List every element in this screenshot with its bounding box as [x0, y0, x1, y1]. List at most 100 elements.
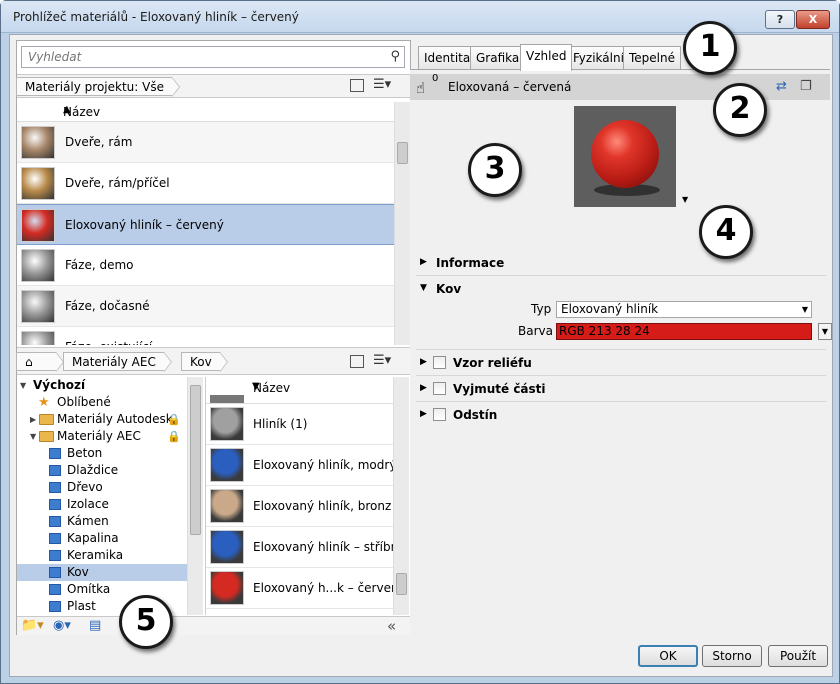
tree-item[interactable]: Kov — [17, 564, 187, 581]
tree-item[interactable]: Kapalina — [17, 530, 187, 547]
library-crumb[interactable]: Materiály AEC — [63, 352, 172, 372]
collapse-library-icon[interactable]: « — [387, 617, 396, 635]
tree-item-label: Keramika — [67, 548, 124, 562]
project-material-row[interactable]: Fáze, existující — [17, 327, 395, 345]
project-list-header[interactable]: Název ▲ — [17, 102, 395, 122]
material-category-icon — [49, 601, 61, 612]
close-button[interactable]: X — [796, 10, 830, 29]
library-material-row[interactable]: Eloxovaný h...k – červený — [206, 568, 393, 609]
tree-item[interactable]: Dřevo — [17, 479, 187, 496]
barva-options-button[interactable]: ▼ — [818, 323, 832, 340]
project-material-row[interactable]: Dveře, rám — [17, 122, 395, 163]
collapse-arrow-icon[interactable]: ▼ — [30, 428, 36, 445]
tree-item[interactable]: Omítka — [17, 581, 187, 598]
section-odstin[interactable]: ▶ Odstín — [416, 402, 826, 428]
replace-asset-icon[interactable]: ⇄ — [776, 79, 790, 94]
project-material-row[interactable]: Dveře, rám/příčel — [17, 163, 395, 204]
barva-color-swatch[interactable]: RGB 213 28 24 — [556, 323, 812, 340]
tree-item[interactable]: Izolace — [17, 496, 187, 513]
expand-arrow-icon[interactable]: ▶ — [30, 411, 36, 428]
section-informace[interactable]: ▶ Informace — [416, 250, 826, 276]
material-thumbnail — [210, 489, 244, 523]
home-icon: ⌂ — [25, 355, 33, 369]
tab-tepelne[interactable]: Tepelné — [623, 46, 681, 70]
section-vyjmute-casti[interactable]: ▶ Vyjmuté části — [416, 376, 826, 402]
tab-grafika[interactable]: Grafika — [470, 46, 526, 70]
search-input[interactable] — [22, 47, 372, 67]
library-material-row[interactable]: Eloxovaný hliník, modrý — [206, 445, 393, 486]
asset-use-count: 0 — [432, 73, 439, 84]
tree-item[interactable]: Keramika — [17, 547, 187, 564]
preview-options-icon[interactable]: ▼ — [682, 195, 688, 204]
tab-fyzikalni[interactable]: Fyzikální — [567, 46, 630, 70]
odstin-checkbox[interactable] — [433, 408, 446, 421]
expand-arrow-icon[interactable]: ▶ — [420, 383, 427, 393]
material-category-icon — [49, 499, 61, 510]
tree-item[interactable]: Dlaždice — [17, 462, 187, 479]
material-thumbnail — [21, 290, 55, 323]
cancel-button[interactable]: Storno — [702, 645, 762, 667]
material-thumbnail — [21, 126, 55, 159]
material-name: Eloxovaný hliník – stříbrný — [253, 540, 393, 554]
tree-item[interactable]: ★ Oblíbené — [17, 394, 187, 411]
search-icon[interactable]: ⚲ — [390, 49, 400, 64]
material-category-icon — [49, 584, 61, 595]
asset-editor-icon[interactable]: ▤ — [89, 618, 101, 633]
project-material-row[interactable]: Fáze, dočasné — [17, 286, 395, 327]
project-materials-filter[interactable]: Materiály projektu: Vše — [16, 77, 180, 97]
library-material-row[interactable]: Hliník (1) — [206, 404, 393, 445]
tab-identita[interactable]: Identita — [418, 46, 477, 70]
tree-item[interactable]: ▼ Výchozí — [17, 377, 187, 394]
tree-item[interactable]: Kámen — [17, 513, 187, 530]
vyjmute-checkbox[interactable] — [433, 382, 446, 395]
expand-arrow-icon[interactable]: ▶ — [420, 357, 427, 367]
collapse-arrow-icon[interactable]: ▼ — [420, 283, 427, 293]
typ-dropdown[interactable]: Eloxovaný hliník ▼ — [556, 301, 812, 318]
material-thumbnail — [210, 571, 244, 605]
section-kov: ▼ Kov Typ Eloxovaný hliník ▼ Barva RGB 2… — [416, 276, 832, 350]
tree-item-label: Kapalina — [67, 531, 119, 545]
chevron-down-icon: ▼ — [801, 305, 808, 314]
create-material-icon[interactable]: ◉▾ — [53, 618, 71, 633]
expand-arrow-icon[interactable]: ▶ — [420, 257, 427, 267]
project-material-row[interactable]: Fáze, demo — [17, 245, 395, 286]
library-view-options-icon[interactable]: ☰▾ — [373, 353, 391, 368]
library-list-scrollbar[interactable] — [393, 377, 409, 615]
category-crumb[interactable]: Kov — [181, 352, 228, 372]
library-material-row[interactable]: Eloxovaný hliník, bronz — [206, 486, 393, 527]
home-crumb[interactable]: ⌂ — [16, 352, 64, 372]
tree-item-label: Materiály AEC — [57, 429, 141, 443]
duplicate-asset-icon[interactable]: ❐ — [800, 79, 814, 94]
vzor-checkbox[interactable] — [433, 356, 446, 369]
tree-item[interactable]: ▶ Materiály Autodesk 🔒 — [17, 411, 187, 428]
tree-item[interactable]: ▼ Materiály AEC 🔒 — [17, 428, 187, 445]
open-library-icon[interactable]: 📁▾ — [21, 618, 44, 633]
section-vzor-reliefu[interactable]: ▶ Vzor reliéfu — [416, 350, 826, 376]
material-name: Dveře, rám/příčel — [65, 176, 170, 190]
project-material-row[interactable]: Eloxovaný hliník – červený — [17, 204, 395, 245]
help-button[interactable]: ? — [765, 10, 795, 29]
panel-toggle-icon[interactable] — [350, 79, 364, 92]
collapse-arrow-icon[interactable]: ▼ — [20, 377, 26, 394]
search-box[interactable]: ⚲ — [21, 46, 405, 68]
view-options-icon[interactable]: ☰▾ — [373, 77, 391, 92]
material-preview[interactable] — [574, 106, 676, 207]
sort-dropdown-icon[interactable]: ▼ — [252, 381, 387, 392]
material-name: Fáze, dočasné — [65, 299, 150, 313]
ok-button[interactable]: OK — [638, 645, 698, 667]
star-icon: ★ — [38, 395, 50, 410]
tree-item[interactable]: Beton — [17, 445, 187, 462]
tree-scrollbar[interactable] — [187, 377, 203, 615]
library-material-row[interactable]: Eloxovaný hliník – stříbrný — [206, 527, 393, 568]
library-panel-toggle-icon[interactable] — [350, 355, 364, 368]
library-list-header[interactable]: Název ▼ — [206, 377, 393, 404]
tab-vzhled[interactable]: Vzhled — [520, 44, 573, 71]
expand-arrow-icon[interactable]: ▶ — [420, 409, 427, 419]
callout-1: 1 — [683, 21, 737, 75]
lock-icon: 🔒 — [167, 413, 181, 426]
project-list-scrollbar[interactable] — [394, 102, 410, 345]
left-panel: ⚲ Materiály projektu: Vše ☰▾ Název ▲ Dve… — [16, 40, 411, 635]
asset-bar: ☝ 0 Eloxovaná – červená ⇄ ❐ — [410, 73, 830, 100]
apply-button[interactable]: Použít — [768, 645, 828, 667]
tree-item-label: Kov — [67, 565, 89, 579]
